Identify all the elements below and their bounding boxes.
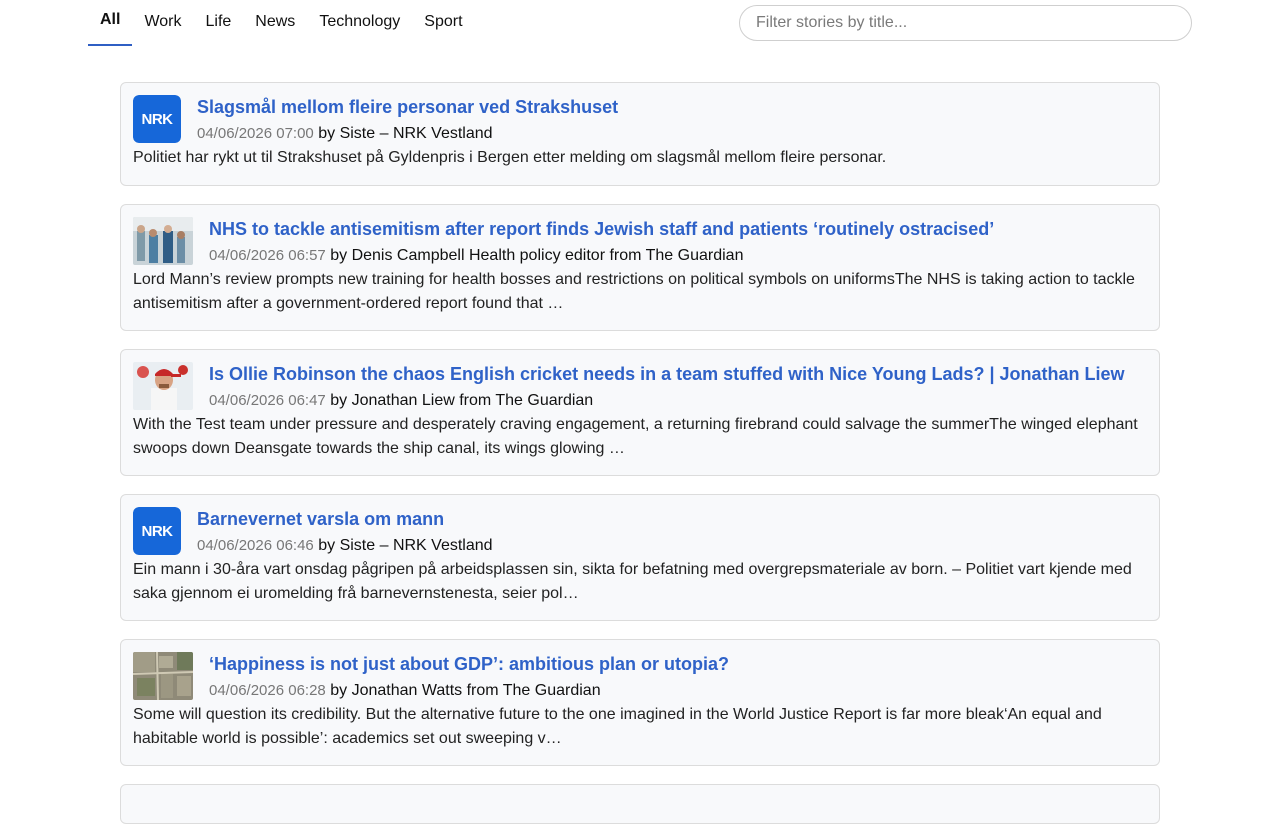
search-input[interactable]	[739, 5, 1192, 41]
story-card: ‘Happiness is not just about GDP’: ambit…	[120, 639, 1160, 766]
story-title-link[interactable]: ‘Happiness is not just about GDP’: ambit…	[133, 652, 1147, 676]
story-meta: 04/06/2026 06:46 by Siste – NRK Vestland	[133, 534, 1147, 558]
story-date: 04/06/2026 06:57	[209, 247, 326, 264]
tab-work[interactable]: Work	[132, 0, 193, 46]
story-thumbnail[interactable]	[133, 652, 193, 700]
nrk-logo-text: NRK	[142, 523, 174, 539]
story-date: 04/06/2026 06:28	[209, 682, 326, 699]
category-tabs: All Work Life News Technology Sport	[88, 0, 475, 46]
story-thumbnail[interactable]	[133, 362, 193, 410]
story-card: Is Ollie Robinson the chaos English cric…	[120, 349, 1160, 476]
tab-all[interactable]: All	[88, 0, 133, 46]
story-description: Some will question its credibility. But …	[133, 706, 1102, 747]
story-date: 04/06/2026 06:47	[209, 392, 326, 409]
nrk-logo-text: NRK	[142, 111, 174, 127]
tab-sport[interactable]: Sport	[412, 0, 474, 46]
story-meta: 04/06/2026 06:57 by Denis Campbell Healt…	[133, 244, 1147, 268]
story-meta: 04/06/2026 07:00 by Siste – NRK Vestland	[133, 122, 1147, 146]
story-description: Politiet har rykt ut til Strakshuset på …	[133, 149, 887, 166]
nrk-logo-mark: NRK	[142, 523, 174, 539]
story-card	[120, 784, 1160, 824]
hospital-photo-icon	[133, 217, 193, 265]
story-card: NRK Slagsmål mellom fleire personar ved …	[120, 82, 1160, 186]
nrk-logo-mark: NRK	[142, 111, 174, 127]
story-description: Ein mann i 30-åra vart onsdag pågripen p…	[133, 561, 1132, 602]
story-title-link[interactable]: NHS to tackle antisemitism after report …	[133, 217, 1147, 241]
story-title-link[interactable]: Is Ollie Robinson the chaos English cric…	[133, 362, 1147, 386]
story-date: 04/06/2026 07:00	[197, 125, 314, 142]
story-description: With the Test team under pressure and de…	[133, 416, 1138, 457]
top-bar: All Work Life News Technology Sport	[0, 0, 1280, 46]
nrk-logo-thumbnail[interactable]: NRK	[133, 507, 181, 555]
story-list: NRK Slagsmål mellom fleire personar ved …	[120, 82, 1160, 824]
cricketer-photo-icon	[133, 362, 193, 410]
story-description: Lord Mann’s review prompts new training …	[133, 271, 1135, 312]
story-byline: by Jonathan Liew from The Guardian	[330, 392, 594, 409]
tab-technology[interactable]: Technology	[307, 0, 412, 46]
story-byline: by Siste – NRK Vestland	[318, 125, 493, 142]
nrk-logo-icon: NRK	[133, 507, 181, 555]
story-meta: 04/06/2026 06:47 by Jonathan Liew from T…	[133, 389, 1147, 413]
story-card: NRK Barnevernet varsla om mann 04/06/202…	[120, 494, 1160, 621]
story-thumbnail[interactable]	[133, 217, 193, 265]
nrk-logo-thumbnail[interactable]: NRK	[133, 95, 181, 143]
story-byline: by Denis Campbell Health policy editor f…	[330, 247, 744, 264]
nrk-logo-icon: NRK	[133, 95, 181, 143]
story-title-link[interactable]: Barnevernet varsla om mann	[133, 507, 1147, 531]
story-date: 04/06/2026 06:46	[197, 537, 314, 554]
tab-news[interactable]: News	[243, 0, 307, 46]
story-byline: by Jonathan Watts from The Guardian	[330, 682, 601, 699]
aerial-city-photo-icon	[133, 652, 193, 700]
story-meta: 04/06/2026 06:28 by Jonathan Watts from …	[133, 679, 1147, 703]
story-byline: by Siste – NRK Vestland	[318, 537, 493, 554]
story-card: NHS to tackle antisemitism after report …	[120, 204, 1160, 331]
tab-life[interactable]: Life	[194, 0, 244, 46]
story-title-link[interactable]: Slagsmål mellom fleire personar ved Stra…	[133, 95, 1147, 119]
